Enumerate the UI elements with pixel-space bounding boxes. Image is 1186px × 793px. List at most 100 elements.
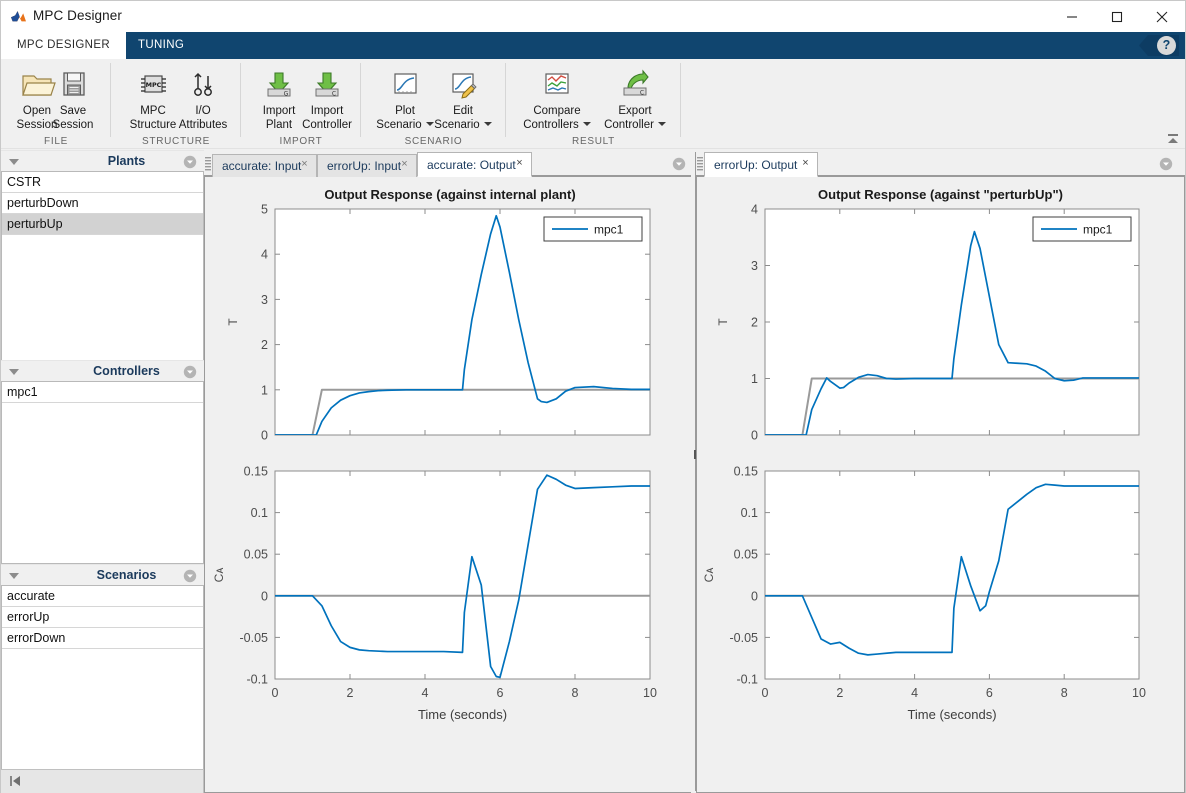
y-tick-label: 4 [751,203,758,217]
controllers-panel: Controllers mpc1 [1,360,204,564]
panel-menu-icon[interactable] [183,365,197,379]
panel-menu-icon[interactable] [183,155,197,169]
scenarios-panel-header[interactable]: Scenarios [1,564,204,586]
import-controller-button[interactable]: C Import Controller [291,64,363,136]
doc-tab-errorup-output[interactable]: errorUp: Output × [704,152,818,177]
help-icon: ? [1157,36,1176,55]
left-output-response-chart[interactable]: 0 1 2 3 4 5 Tmpc1 -0.1 -0.05 0 0.05 0.1 0.15 0 2 4 6 8 10 C… [205,177,695,791]
close-icon[interactable]: × [800,158,811,169]
controllers-panel-header[interactable]: Controllers [1,360,204,382]
tab-tuning[interactable]: TUNING [122,32,200,59]
y-tick-label: 0 [751,589,758,603]
matlab-logo-icon [11,11,26,22]
legend-entry-label: mpc1 [1083,222,1113,236]
x-axis-label: Time (seconds) [907,707,996,722]
list-item[interactable]: CSTR [2,172,203,193]
legend-entry-label: mpc1 [594,222,624,236]
export-controller-label-2: Controller [592,119,678,133]
ribbon-group-import-label: IMPORT [279,136,323,147]
panel-menu-icon[interactable] [183,569,197,583]
y-tick-label: 3 [261,293,268,307]
right-plot-canvas[interactable]: Output Response (against "perturbUp") 01… [696,177,1185,793]
y-tick-label: 4 [261,248,268,262]
close-button[interactable] [1139,1,1184,32]
tab-overflow-icon[interactable] [1159,157,1173,171]
save-session-label-1: Save [59,105,87,117]
left-doc-pane: accurate: Input × errorUp: Input × accur… [204,150,696,793]
compare-controllers-label-2: Controllers [514,119,600,133]
x-tick-label: 0 [272,686,279,700]
plants-list[interactable]: CSTR perturbDown perturbUp [1,172,204,360]
ribbon-group-import: G Import Plant C Import Controller IMPOR… [241,59,361,149]
close-icon[interactable]: × [299,159,310,170]
list-item[interactable]: mpc1 [2,382,203,403]
import-controller-label-1: Import [310,105,344,117]
y-tick-label: 0.1 [251,506,268,520]
export-controller-icon: C [592,67,678,105]
y-tick-label: 0.15 [734,465,758,479]
controllers-list-empty-area[interactable] [2,403,203,563]
save-session-button[interactable]: Save Session [37,64,109,136]
x-tick-label: 8 [572,686,579,700]
io-attributes-icon [167,67,239,105]
list-item[interactable]: errorUp [2,607,203,628]
tab-grip-icon[interactable] [697,156,703,172]
x-axis-label: Time (seconds) [418,707,507,722]
collapse-triangle-icon[interactable] [9,369,19,375]
plants-panel-header[interactable]: Plants [1,150,204,172]
x-tick-label: 0 [762,686,769,700]
help-button[interactable]: ? [1139,35,1179,56]
chevron-down-icon[interactable] [657,121,666,126]
ribbon-group-file-label: FILE [44,136,68,147]
close-icon[interactable]: × [514,158,525,169]
plants-list-empty-area[interactable] [2,235,203,360]
tab-overflow-icon[interactable] [672,157,686,171]
y-tick-label: 2 [751,316,758,330]
y-tick-label: 2 [261,338,268,352]
y-axis-label: Cᴀ [702,568,716,583]
controllers-panel-title: Controllers [93,364,160,378]
list-item[interactable]: perturbDown [2,193,203,214]
export-controller-button[interactable]: C Export Controller [592,64,678,136]
controllers-list[interactable]: mpc1 [1,382,204,564]
minimize-button[interactable] [1049,1,1094,32]
doc-tab-accurate-input[interactable]: accurate: Input × [212,154,317,177]
doc-tab-errorup-input[interactable]: errorUp: Input × [317,154,417,177]
list-item[interactable]: accurate [2,586,203,607]
edit-scenario-button[interactable]: Edit Scenario [427,64,499,136]
scenarios-panel: Scenarios accurate errorUp errorDown [1,564,204,769]
y-tick-label: 0.1 [741,506,758,520]
chevron-down-icon[interactable] [582,121,591,126]
ribbon-tab-strip: MPC DESIGNER TUNING ? [1,32,1185,59]
scenarios-list-empty-area[interactable] [2,649,203,769]
x-tick-label: 8 [1061,686,1068,700]
plants-panel: Plants CSTR perturbDown perturbUp [1,150,204,360]
edit-scenario-icon [427,67,499,105]
scenarios-list[interactable]: accurate errorUp errorDown [1,586,204,769]
left-dock: Plants CSTR perturbDown perturbUp Contro… [1,150,204,793]
collapse-pane-icon[interactable] [9,775,23,790]
collapse-triangle-icon[interactable] [9,573,19,579]
list-item[interactable]: perturbUp [2,214,203,235]
doc-tab-accurate-output[interactable]: accurate: Output × [417,152,532,177]
collapse-triangle-icon[interactable] [9,159,19,165]
y-tick-label: -0.1 [736,673,758,687]
tab-grip-icon[interactable] [205,156,211,172]
y-tick-label: -0.05 [730,631,759,645]
list-item[interactable]: errorDown [2,628,203,649]
scenarios-panel-title: Scenarios [96,568,157,582]
close-icon[interactable]: × [399,159,410,170]
chevron-down-icon[interactable] [483,121,492,126]
tab-mpc-designer[interactable]: MPC DESIGNER [1,32,127,59]
collapse-ribbon-button[interactable] [1165,132,1181,146]
x-tick-label: 10 [643,686,657,700]
maximize-button[interactable] [1094,1,1139,32]
right-output-response-chart[interactable]: 0 1 2 3 4 Tmpc1 -0.1 -0.05 0 0.05 0.1 0.15 0 2 4 6 8 10 Cᴀ… [697,177,1184,791]
compare-controllers-button[interactable]: Compare Controllers [514,64,600,136]
x-tick-label: 6 [986,686,993,700]
x-tick-label: 2 [347,686,354,700]
io-attributes-button[interactable]: I/O Attributes [167,64,239,136]
y-tick-label: 0 [751,429,758,443]
left-plot-canvas[interactable]: Output Response (against internal plant)… [204,177,696,793]
y-axis-label: T [226,318,240,326]
